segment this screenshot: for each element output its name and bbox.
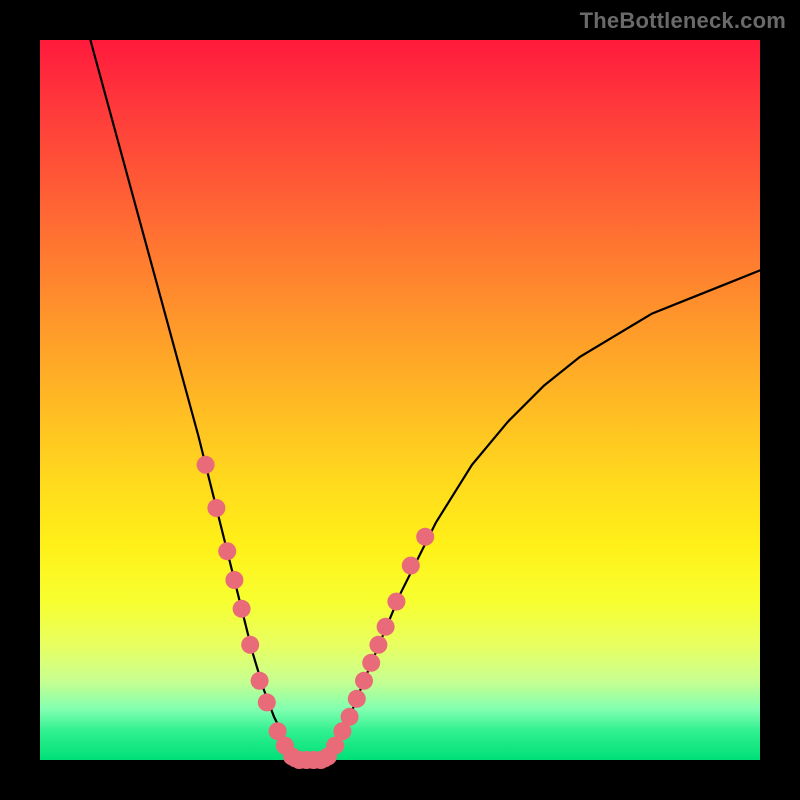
watermark-text: TheBottleneck.com <box>580 8 786 34</box>
scatter-dot <box>362 654 380 672</box>
scatter-dot <box>416 528 434 546</box>
scatter-dots <box>197 456 435 769</box>
chart-svg <box>40 40 760 760</box>
scatter-dot <box>258 693 276 711</box>
scatter-dot <box>241 636 259 654</box>
scatter-dot <box>197 456 215 474</box>
scatter-dot <box>225 571 243 589</box>
scatter-dot <box>377 618 395 636</box>
scatter-dot <box>348 690 366 708</box>
scatter-dot <box>341 708 359 726</box>
plot-area <box>40 40 760 760</box>
scatter-dot <box>251 672 269 690</box>
chart-stage: TheBottleneck.com <box>0 0 800 800</box>
scatter-dot <box>387 593 405 611</box>
scatter-dot <box>355 672 373 690</box>
scatter-dot <box>402 557 420 575</box>
scatter-dot <box>233 600 251 618</box>
scatter-dot <box>369 636 387 654</box>
scatter-dot <box>218 542 236 560</box>
curve-line <box>90 40 760 760</box>
scatter-dot <box>207 499 225 517</box>
